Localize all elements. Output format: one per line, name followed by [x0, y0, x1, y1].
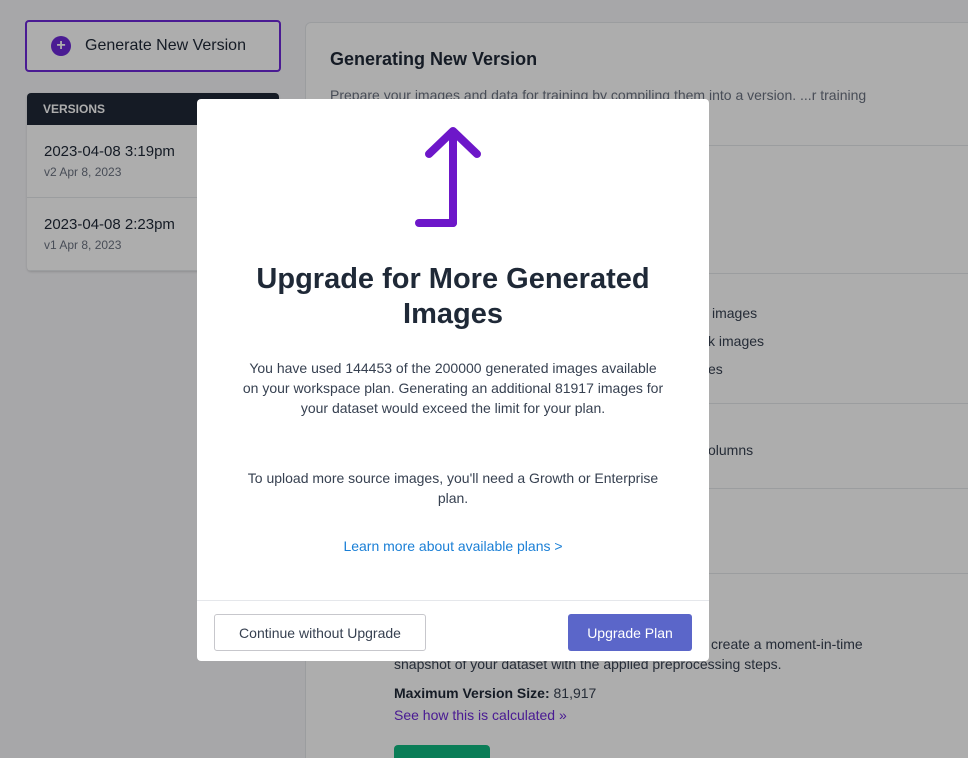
upgrade-modal: Upgrade for More Generated Images You ha… [197, 99, 709, 661]
modal-title: Upgrade for More Generated Images [256, 263, 650, 330]
upgrade-arrow-icon [415, 127, 481, 227]
upgrade-plan-button[interactable]: Upgrade Plan [568, 614, 692, 651]
modal-body-secondary: To upload more source images, you'll nee… [247, 470, 659, 506]
modal-body: You have used 144453 of the 200000 gener… [242, 360, 664, 416]
modal-footer: Continue without Upgrade Upgrade Plan [197, 600, 709, 661]
continue-without-upgrade-button[interactable]: Continue without Upgrade [214, 614, 426, 651]
learn-more-plans-link[interactable]: Learn more about available plans > [197, 538, 709, 554]
